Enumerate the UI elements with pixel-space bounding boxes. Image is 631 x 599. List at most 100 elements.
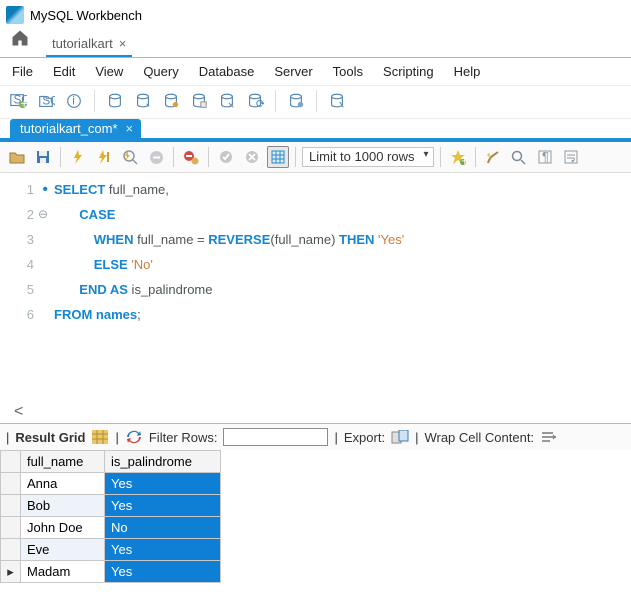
new-sql-tab-icon[interactable]: SQL+ (8, 91, 28, 111)
db-icon-4[interactable] (189, 91, 209, 111)
svg-text:SQL: SQL (42, 95, 55, 108)
filter-label: Filter Rows: (149, 430, 218, 445)
vertical-bar: | (415, 430, 418, 445)
stop-error-icon[interactable] (180, 146, 202, 168)
cell[interactable]: Bob (21, 495, 105, 517)
rollback-icon[interactable] (241, 146, 263, 168)
cell[interactable]: Yes (105, 561, 221, 583)
sql-tab-label: tutorialkart_com* (20, 121, 118, 136)
vertical-bar: | (6, 430, 9, 445)
result-grid-label: Result Grid (15, 430, 85, 445)
main-toolbar: SQL+ SQL i ⟳ (0, 86, 631, 119)
menu-view[interactable]: View (95, 64, 123, 79)
stop-icon[interactable] (145, 146, 167, 168)
table-row[interactable]: Bob Yes (1, 495, 221, 517)
find-icon[interactable] (508, 146, 530, 168)
line-number: 2⊖ (0, 202, 34, 227)
export-icon[interactable] (391, 429, 409, 445)
line-number: 1 (0, 177, 34, 202)
code-area[interactable]: SELECT full_name, CASE WHEN full_name = … (54, 177, 404, 327)
menu-file[interactable]: File (12, 64, 33, 79)
cell[interactable]: Madam (21, 561, 105, 583)
result-toolbar: | Result Grid | Filter Rows: | Export: |… (0, 423, 631, 450)
sql-editor[interactable]: 1 2⊖ 3 4 5 6 SELECT full_name, CASE WHEN… (0, 173, 631, 327)
limit-rows-dropdown[interactable]: Limit to 1000 rows (302, 147, 434, 167)
menu-database[interactable]: Database (199, 64, 255, 79)
table-row[interactable]: Anna Yes (1, 473, 221, 495)
table-row[interactable]: Eve Yes (1, 539, 221, 561)
execute-current-icon[interactable] (93, 146, 115, 168)
sql-tab[interactable]: tutorialkart_com* × (10, 119, 141, 138)
vertical-bar: | (115, 430, 118, 445)
db-icon-8[interactable] (327, 91, 347, 111)
line-number: 5 (0, 277, 34, 302)
row-header (1, 473, 21, 495)
commit-icon[interactable] (215, 146, 237, 168)
inspector-icon[interactable]: i (64, 91, 84, 111)
gutter: 1 2⊖ 3 4 5 6 (0, 177, 54, 327)
column-header[interactable]: full_name (21, 451, 105, 473)
menu-scripting[interactable]: Scripting (383, 64, 434, 79)
autocommit-icon[interactable] (267, 146, 289, 168)
open-file-icon[interactable] (6, 146, 28, 168)
execute-icon[interactable] (67, 146, 89, 168)
header-row: full_name is_palindrome (1, 451, 221, 473)
beautify-icon[interactable] (482, 146, 504, 168)
close-icon[interactable]: × (119, 36, 127, 51)
db-icon-2[interactable] (133, 91, 153, 111)
result-grid[interactable]: full_name is_palindrome Anna Yes Bob Yes… (0, 450, 221, 583)
svg-text:+: + (461, 153, 466, 165)
connection-tab[interactable]: tutorialkart × (46, 32, 132, 57)
limit-rows-label: Limit to 1000 rows (309, 149, 415, 164)
menu-tools[interactable]: Tools (333, 64, 363, 79)
wrap-cell-icon[interactable] (540, 429, 558, 445)
db-icon-3[interactable] (161, 91, 181, 111)
connection-tabs: tutorialkart × (0, 30, 631, 58)
menu-server[interactable]: Server (274, 64, 312, 79)
cell[interactable]: John Doe (21, 517, 105, 539)
column-header[interactable]: is_palindrome (105, 451, 221, 473)
home-icon[interactable] (6, 28, 34, 57)
wrap-label: Wrap Cell Content: (424, 430, 534, 445)
separator (295, 147, 296, 167)
grid-view-icon[interactable] (91, 429, 109, 445)
close-icon[interactable]: × (126, 121, 134, 136)
table-row[interactable]: John Doe No (1, 517, 221, 539)
app-logo (6, 6, 24, 24)
app-title: MySQL Workbench (30, 8, 142, 23)
cell[interactable]: Yes (105, 539, 221, 561)
separator (316, 90, 317, 112)
db-icon-7[interactable] (286, 91, 306, 111)
favorite-icon[interactable]: + (447, 146, 469, 168)
svg-text:⟳: ⟳ (256, 97, 264, 110)
svg-text:¶: ¶ (542, 150, 549, 164)
refresh-icon[interactable] (125, 429, 143, 445)
db-icon-5[interactable] (217, 91, 237, 111)
menu-query[interactable]: Query (143, 64, 178, 79)
open-sql-icon[interactable]: SQL (36, 91, 56, 111)
cell[interactable]: No (105, 517, 221, 539)
db-icon-1[interactable] (105, 91, 125, 111)
db-icon-6[interactable]: ⟳ (245, 91, 265, 111)
explain-icon[interactable] (119, 146, 141, 168)
line-number: 3 (0, 227, 34, 252)
filter-input[interactable] (223, 428, 328, 446)
scroll-left-marker[interactable]: < (0, 397, 631, 423)
table-row[interactable]: ▸ Madam Yes (1, 561, 221, 583)
line-number: 4 (0, 252, 34, 277)
fold-icon[interactable]: ⊖ (38, 202, 48, 227)
sql-tab-bar: tutorialkart_com* × (0, 119, 631, 138)
cell[interactable]: Yes (105, 473, 221, 495)
save-icon[interactable] (32, 146, 54, 168)
menu-help[interactable]: Help (454, 64, 481, 79)
vertical-bar: | (334, 430, 337, 445)
invisible-chars-icon[interactable]: ¶ (534, 146, 556, 168)
separator (60, 147, 61, 167)
cell[interactable]: Anna (21, 473, 105, 495)
menu-edit[interactable]: Edit (53, 64, 75, 79)
cell[interactable]: Yes (105, 495, 221, 517)
titlebar: MySQL Workbench (0, 0, 631, 30)
wrap-icon[interactable] (560, 146, 582, 168)
cell[interactable]: Eve (21, 539, 105, 561)
separator (475, 147, 476, 167)
